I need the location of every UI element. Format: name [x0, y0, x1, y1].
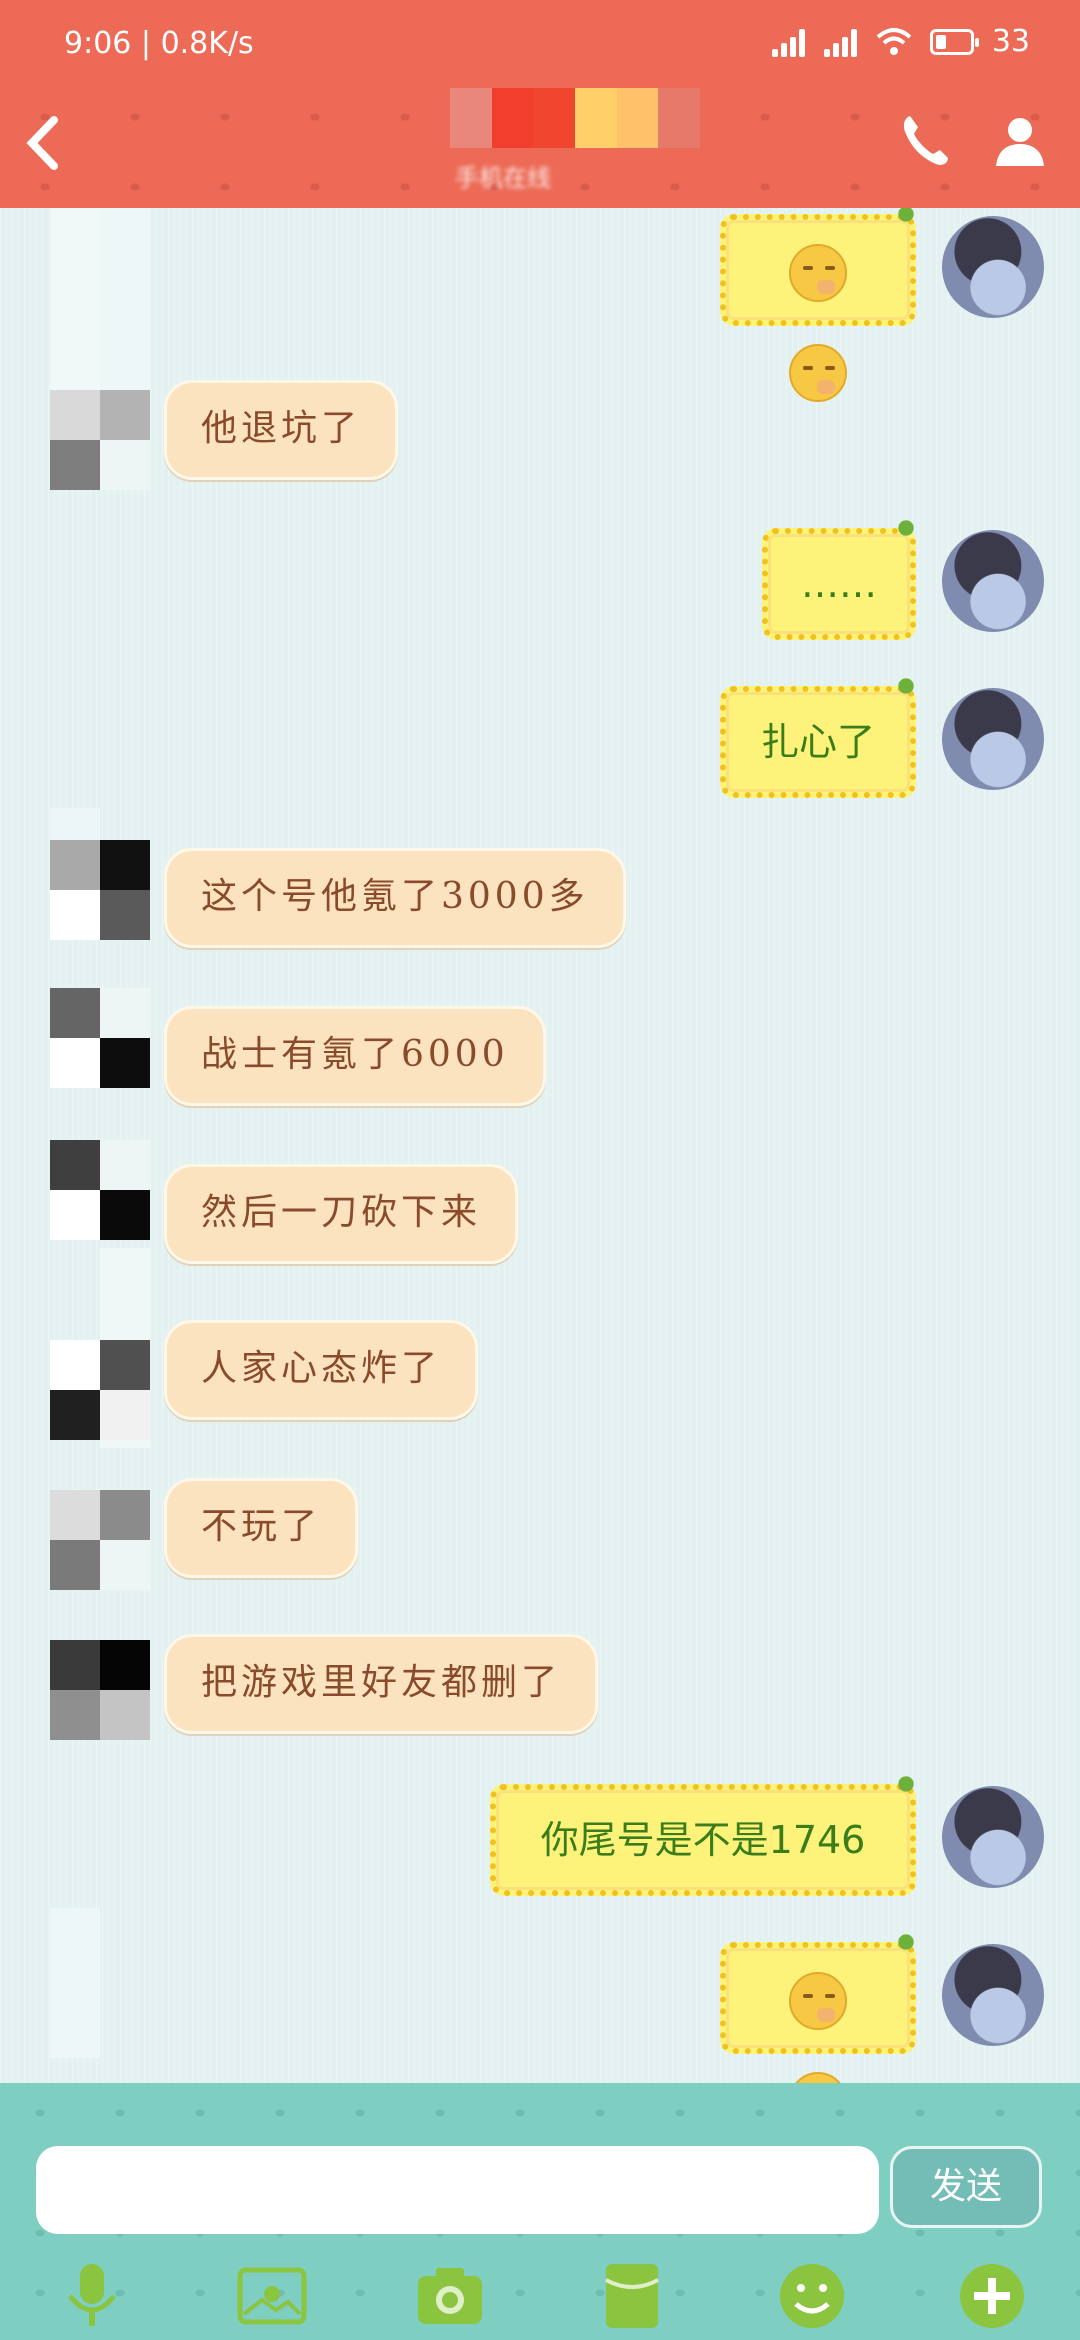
- status-time: 9:06 | 0.8K/s: [64, 26, 254, 61]
- contact-avatar[interactable]: [50, 390, 150, 490]
- message-bubble-incoming[interactable]: 战士有氪了6000: [164, 1006, 546, 1106]
- send-button[interactable]: 发送: [890, 2146, 1042, 2228]
- chat-message-list[interactable]: 他退坑了 …… 扎心了 这个号他氪了3000多 战士有氪了6000 然后一刀砍下…: [0, 208, 1080, 2083]
- battery-icon: [929, 28, 979, 55]
- face-with-hand-over-mouth-icon: [789, 2071, 847, 2083]
- message-bubble-incoming[interactable]: 把游戏里好友都删了: [164, 1634, 599, 1734]
- message-bubble-outgoing[interactable]: [720, 1930, 918, 2083]
- microphone-icon[interactable]: [56, 2260, 128, 2332]
- message-bubble-incoming[interactable]: 然后一刀砍下来: [164, 1164, 519, 1264]
- face-with-hand-over-mouth-icon: [789, 1971, 847, 2030]
- chat-header: 手机在线: [0, 82, 1080, 208]
- profile-icon[interactable]: [992, 112, 1048, 168]
- message-input[interactable]: [36, 2146, 879, 2234]
- my-avatar[interactable]: [942, 1944, 1044, 2046]
- contact-avatar[interactable]: [50, 1140, 150, 1240]
- contact-avatar[interactable]: [50, 1340, 150, 1440]
- contact-avatar[interactable]: [50, 1640, 150, 1740]
- message-bubble-outgoing[interactable]: [720, 208, 918, 402]
- message-bubble-incoming[interactable]: 不玩了: [164, 1478, 359, 1578]
- camera-icon[interactable]: [414, 2260, 486, 2332]
- signal-icon-2: [823, 27, 858, 57]
- message-bubble-incoming[interactable]: 这个号他氪了3000多: [164, 848, 626, 948]
- wifi-icon: [876, 27, 912, 55]
- contact-avatar[interactable]: [50, 1490, 150, 1590]
- message-bubble-outgoing[interactable]: 扎心了: [720, 674, 918, 798]
- my-avatar[interactable]: [942, 216, 1044, 318]
- message-bubble-outgoing[interactable]: ……: [762, 516, 918, 640]
- contact-avatar[interactable]: [50, 988, 150, 1088]
- face-with-hand-over-mouth-icon: [789, 243, 847, 302]
- phone-icon[interactable]: [900, 112, 950, 168]
- back-arrow-icon[interactable]: [14, 108, 74, 178]
- status-bar: 9:06 | 0.8K/s 33: [0, 0, 1080, 82]
- red-packet-icon[interactable]: [596, 2260, 668, 2332]
- contact-avatar[interactable]: [50, 840, 150, 940]
- my-avatar[interactable]: [942, 688, 1044, 790]
- message-bubble-incoming[interactable]: 人家心态炸了: [164, 1320, 479, 1420]
- battery-level: 33: [991, 24, 1030, 59]
- contact-name-redacted: [450, 88, 701, 148]
- my-avatar[interactable]: [942, 530, 1044, 632]
- image-icon[interactable]: [236, 2260, 308, 2332]
- my-avatar[interactable]: [942, 1786, 1044, 1888]
- signal-icon: [771, 27, 806, 57]
- status-icons: 33: [771, 24, 1030, 59]
- composer-bar: 发送: [0, 2083, 1080, 2340]
- online-status: 手机在线: [455, 164, 551, 192]
- face-with-hand-over-mouth-icon: [789, 343, 847, 402]
- plus-icon[interactable]: [956, 2260, 1028, 2332]
- message-bubble-incoming[interactable]: 他退坑了: [164, 380, 399, 480]
- network-speed: 0.8K/s: [160, 26, 254, 61]
- message-bubble-outgoing[interactable]: 你尾号是不是1746: [490, 1772, 918, 1896]
- smiley-icon[interactable]: [776, 2260, 848, 2332]
